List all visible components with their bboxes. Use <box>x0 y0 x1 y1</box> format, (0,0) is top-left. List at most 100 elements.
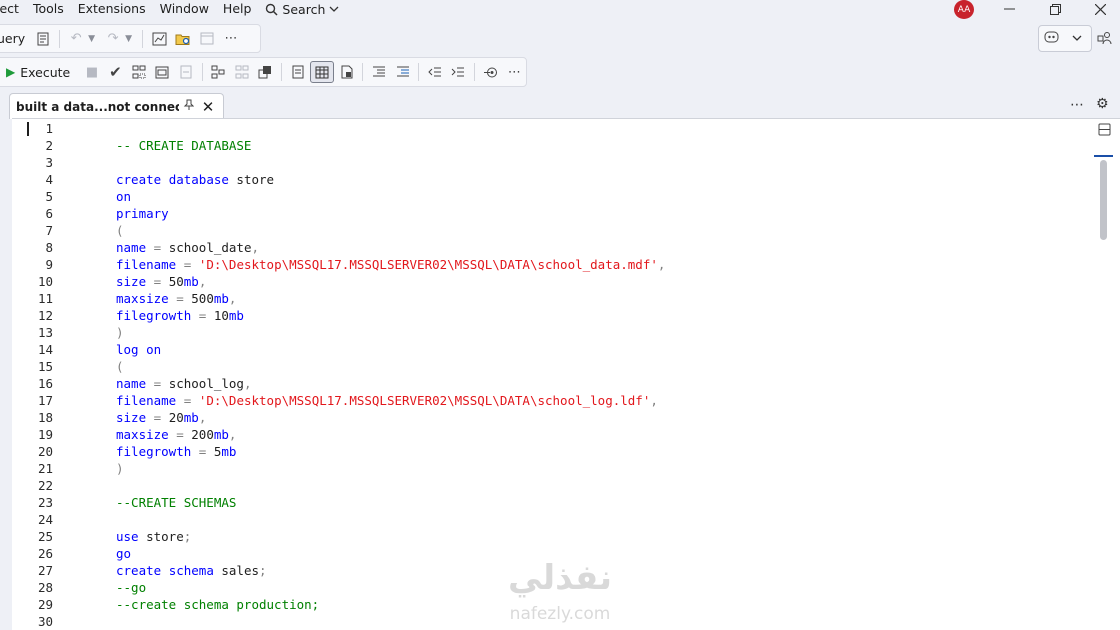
close-icon <box>1094 3 1106 15</box>
line-number: 11 <box>37 291 53 306</box>
more-icon[interactable]: ⋯ <box>504 62 525 82</box>
increase-indent-icon[interactable] <box>448 62 469 82</box>
menu-extensions[interactable]: Extensions <box>71 1 153 17</box>
window-icon[interactable] <box>196 29 218 49</box>
vertical-scrollbar[interactable] <box>1094 155 1113 630</box>
more-icon[interactable]: ⋯ <box>220 29 242 49</box>
close-icon[interactable]: ✕ <box>197 98 219 116</box>
code-line[interactable]: use store; <box>116 528 191 545</box>
restore-icon <box>1049 3 1061 15</box>
code-line[interactable]: create schema sales; <box>116 562 267 579</box>
restore-button[interactable] <box>1040 0 1070 18</box>
pin-icon[interactable] <box>179 99 197 114</box>
menu-search[interactable]: Search <box>258 2 346 17</box>
code-line[interactable]: ) <box>116 324 124 341</box>
code-line[interactable]: name = school_date, <box>116 239 259 256</box>
toolbar-separator <box>474 63 476 81</box>
code-line[interactable]: filegrowth = 10mb <box>116 307 244 324</box>
code-line[interactable]: create database store <box>116 171 274 188</box>
copilot-toolbar <box>1038 25 1092 52</box>
line-number: 6 <box>45 206 53 221</box>
chevron-down-icon[interactable]: ▼ <box>88 34 95 44</box>
live-stats-icon[interactable] <box>231 62 252 82</box>
code-line[interactable]: --CREATE SCHEMAS <box>116 494 236 511</box>
minimize-icon <box>1003 8 1015 10</box>
intellisense-icon[interactable] <box>175 62 196 82</box>
folder-search-icon[interactable] <box>172 29 194 49</box>
split-editor-icon[interactable] <box>1098 123 1111 140</box>
line-number: 4 <box>45 172 53 187</box>
results-to-file-icon[interactable] <box>336 62 357 82</box>
code-line[interactable]: size = 20mb, <box>116 409 206 426</box>
code-line[interactable]: primary <box>116 205 169 222</box>
new-query-button[interactable]: uery <box>0 31 25 46</box>
code-line[interactable]: filegrowth = 5mb <box>116 443 236 460</box>
line-number: 5 <box>45 189 53 204</box>
code-line[interactable]: ) <box>116 460 124 477</box>
code-line[interactable]: --create schema production; <box>116 596 319 613</box>
redo-icon[interactable]: ↷ <box>102 29 124 49</box>
code-line[interactable]: size = 50mb, <box>116 273 206 290</box>
parse-check-icon[interactable]: ✔ <box>105 62 126 82</box>
code-line[interactable]: maxsize = 200mb, <box>116 426 236 443</box>
uncomment-icon[interactable] <box>392 62 413 82</box>
query-options-icon[interactable] <box>152 62 173 82</box>
close-window-button[interactable] <box>1085 0 1115 18</box>
decrease-indent-icon[interactable] <box>424 62 445 82</box>
line-number: 19 <box>37 427 53 442</box>
activity-monitor-icon[interactable] <box>148 29 170 49</box>
code-line[interactable]: on <box>116 188 131 205</box>
line-number: 7 <box>45 223 53 238</box>
chevron-down-icon <box>329 6 339 12</box>
document-tab-strip: built a data...not connected ✕ ⋯ ⚙ <box>0 93 1120 119</box>
execute-button[interactable]: Execute <box>20 65 70 80</box>
minimize-button[interactable] <box>994 0 1024 18</box>
chevron-down-icon[interactable] <box>1064 31 1089 46</box>
script-icon[interactable] <box>32 29 54 49</box>
code-editor[interactable]: 1 2 3 4 5 6 7 8 9 10 11 12 13 14 15 16 17 18 19 20 21 22 23 24 2… <box>12 118 1120 630</box>
copilot-icon[interactable] <box>1039 30 1064 48</box>
standard-toolbar: uery ↶ ▼ ↷ ▼ ⋯ <box>0 24 261 53</box>
share-icon[interactable] <box>1092 25 1116 50</box>
code-line[interactable]: --go <box>116 579 146 596</box>
menu-help[interactable]: Help <box>216 1 259 17</box>
results-to-grid-icon[interactable] <box>310 61 334 83</box>
code-line[interactable]: filename = 'D:\Desktop\MSSQL17.MSSQLSERV… <box>116 392 658 409</box>
code-line[interactable]: -- CREATE DATABASE <box>116 137 251 154</box>
tab-query-document[interactable]: built a data...not connected ✕ <box>9 93 224 119</box>
code-line[interactable]: ( <box>116 222 124 239</box>
menu-window[interactable]: Window <box>153 1 216 17</box>
menu-tools[interactable]: Tools <box>26 1 71 17</box>
sql-editor-toolbar: ▶ Execute ■ ✔ ⋯ <box>0 57 527 87</box>
chevron-down-icon[interactable]: ▼ <box>125 34 132 44</box>
line-number: 2 <box>45 138 53 153</box>
stop-icon[interactable]: ■ <box>81 62 102 82</box>
line-number: 9 <box>45 257 53 272</box>
results-to-text-icon[interactable] <box>287 62 308 82</box>
menu-project[interactable]: ject <box>0 1 26 17</box>
play-icon[interactable]: ▶ <box>6 65 15 79</box>
toolbar-separator <box>362 63 364 81</box>
scrollbar-thumb[interactable] <box>1100 160 1107 240</box>
actual-plan-icon[interactable] <box>208 62 229 82</box>
estimated-plan-icon[interactable] <box>128 62 149 82</box>
code-line[interactable]: go <box>116 545 131 562</box>
more-icon[interactable]: ⋯ <box>1070 97 1084 113</box>
code-line[interactable]: maxsize = 500mb, <box>116 290 236 307</box>
avatar[interactable]: AA <box>954 0 974 19</box>
code-line[interactable]: filename = 'D:\Desktop\MSSQL17.MSSQLSERV… <box>116 256 665 273</box>
specify-values-icon[interactable] <box>480 62 501 82</box>
line-number: 15 <box>37 359 53 374</box>
code-line[interactable]: name = school_log, <box>116 375 252 392</box>
line-number: 30 <box>37 614 53 629</box>
line-number: 22 <box>37 478 53 493</box>
toolbar-separator <box>59 29 61 48</box>
comment-out-icon[interactable] <box>368 62 389 82</box>
client-stats-icon[interactable] <box>254 62 275 82</box>
line-number: 18 <box>37 410 53 425</box>
code-line[interactable]: ( <box>116 358 124 375</box>
undo-icon[interactable]: ↶ <box>65 29 87 49</box>
code-line[interactable]: log on <box>116 341 161 358</box>
gear-icon[interactable]: ⚙ <box>1096 96 1109 112</box>
line-number: 8 <box>45 240 53 255</box>
